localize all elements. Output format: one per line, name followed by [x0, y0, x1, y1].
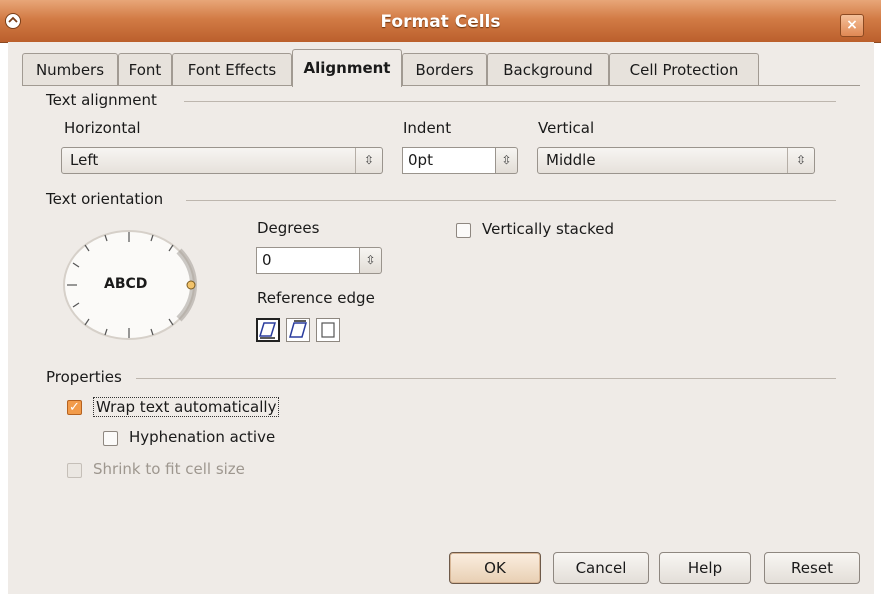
ok-button[interactable]: OK [449, 552, 541, 584]
combo-arrow-icon: ⇳ [355, 148, 382, 173]
tab-font[interactable]: Font [118, 53, 172, 85]
indent-value: 0pt [408, 151, 433, 169]
vertically-stacked-label[interactable]: Vertically stacked [482, 220, 614, 238]
vertical-select[interactable]: Middle ⇳ [537, 147, 815, 174]
indent-input[interactable]: 0pt [402, 147, 496, 174]
tab-font-effects[interactable]: Font Effects [172, 53, 292, 85]
degrees-input[interactable]: 0 [256, 247, 360, 274]
edge-bottom-icon [258, 322, 277, 339]
section-rule [184, 101, 836, 102]
horizontal-label: Horizontal [64, 119, 141, 137]
wrap-text-label[interactable]: Wrap text automatically [93, 397, 280, 417]
edge-top-icon [289, 320, 307, 338]
degrees-spin-icon[interactable]: ⇳ [360, 247, 382, 274]
degrees-label: Degrees [257, 219, 320, 237]
edge-inside-icon [321, 322, 335, 338]
tab-borders[interactable]: Borders [402, 53, 487, 85]
tab-divider [22, 85, 860, 86]
reference-edge-inside-button[interactable] [316, 318, 340, 342]
horizontal-select-value: Left [70, 151, 99, 169]
horizontal-select[interactable]: Left ⇳ [61, 147, 383, 174]
shrink-to-fit-checkbox[interactable] [67, 463, 82, 478]
vertical-select-value: Middle [546, 151, 596, 169]
reference-edge-bottom-button[interactable] [256, 318, 280, 342]
tab-alignment[interactable]: Alignment [292, 49, 402, 87]
reference-edge-top-button[interactable] [286, 318, 310, 342]
window-title: Format Cells [380, 12, 501, 32]
vertically-stacked-checkbox[interactable] [456, 223, 471, 238]
cancel-button[interactable]: Cancel [553, 552, 649, 584]
hyphenation-label[interactable]: Hyphenation active [129, 428, 275, 446]
properties-header: Properties [46, 368, 122, 386]
wrap-text-checkbox[interactable]: ✓ [67, 400, 82, 415]
tab-numbers[interactable]: Numbers [22, 53, 118, 85]
reference-edge-label: Reference edge [257, 289, 375, 307]
section-rule [186, 200, 836, 201]
vertical-label: Vertical [538, 119, 595, 137]
tab-cell-protection[interactable]: Cell Protection [609, 53, 759, 85]
shrink-to-fit-label: Shrink to fit cell size [93, 460, 245, 478]
tab-background[interactable]: Background [487, 53, 609, 85]
text-orientation-header: Text orientation [46, 190, 164, 208]
indent-label: Indent [403, 119, 452, 137]
degrees-value: 0 [262, 251, 272, 269]
reset-button[interactable]: Reset [764, 552, 860, 584]
dial-sample-text: ABCD [104, 276, 148, 292]
hyphenation-checkbox[interactable] [103, 431, 118, 446]
help-button[interactable]: Help [659, 552, 751, 584]
section-rule [136, 378, 836, 379]
indent-spin-icon[interactable]: ⇳ [496, 147, 518, 174]
combo-arrow-icon: ⇳ [787, 148, 814, 173]
text-alignment-header: Text alignment [46, 91, 157, 109]
close-icon[interactable]: × [840, 14, 864, 37]
